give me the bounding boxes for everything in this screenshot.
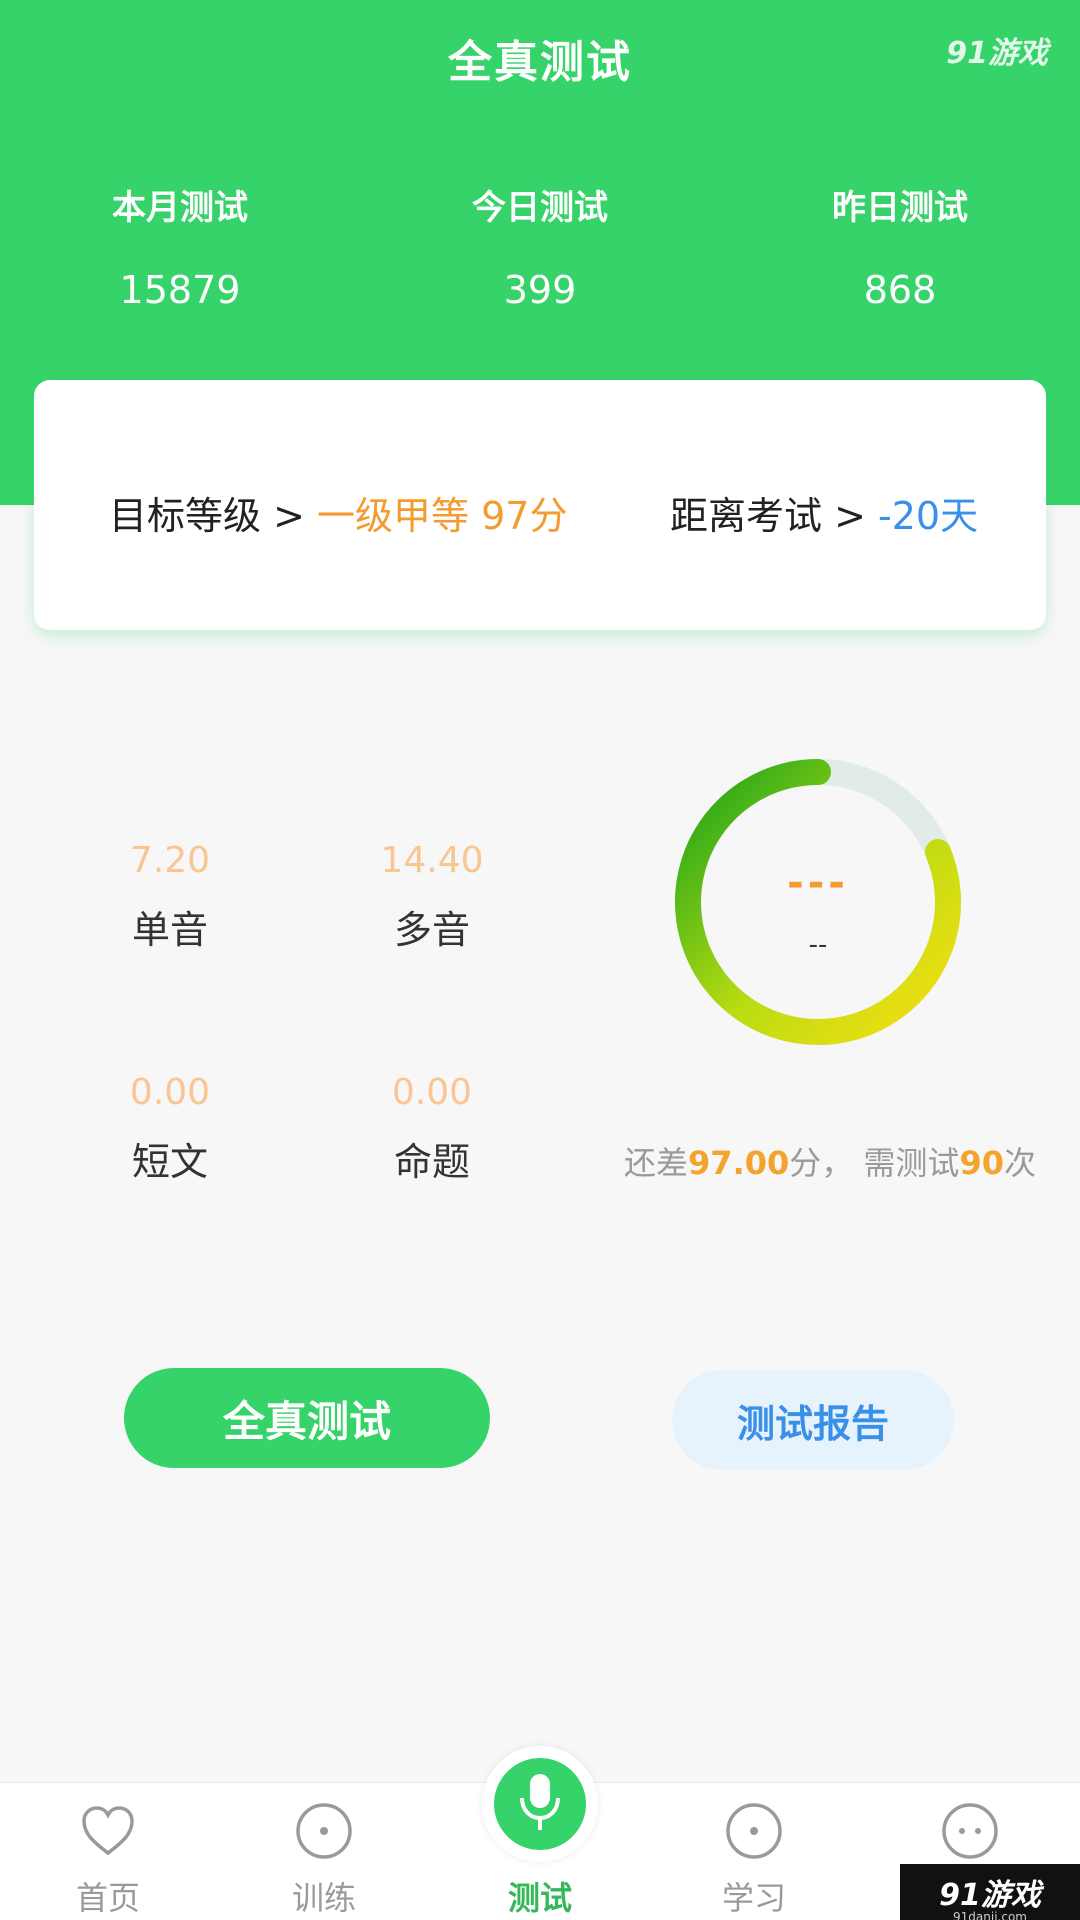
- tab-label: 训练: [291, 1879, 356, 1917]
- remain-suffix: 次: [1003, 1144, 1036, 1182]
- stat-value: 15879: [119, 268, 241, 312]
- goal-card: 目标等级 > 一级甲等 97分 距离考试 > -20天: [34, 380, 1046, 630]
- remain-prefix: 还差: [624, 1144, 689, 1182]
- page-title: 全真测试: [448, 37, 632, 88]
- stat-month: 本月测试 15879: [0, 180, 360, 312]
- score-single: 7.20 单音: [70, 840, 270, 954]
- remain-points: 97.00: [688, 1144, 790, 1182]
- target-level-link[interactable]: 目标等级 > 一级甲等 97分: [109, 485, 567, 540]
- stat-value: 399: [503, 268, 577, 312]
- score-name: 命题: [393, 1140, 470, 1184]
- remain-times: 90: [959, 1144, 1004, 1182]
- stat-label: 昨日测试: [832, 188, 968, 228]
- target-level-label: 目标等级: [109, 494, 262, 538]
- score-value: 7.20: [129, 840, 211, 881]
- target-level-value: 一级甲等 97分: [317, 494, 568, 538]
- score-value: 14.40: [380, 840, 484, 881]
- score-value: 0.00: [391, 1072, 473, 1113]
- score-name: 单音: [131, 908, 208, 952]
- stat-yesterday: 昨日测试 868: [720, 180, 1080, 312]
- mic-icon: [520, 1774, 560, 1830]
- tab-label: 测试: [507, 1879, 572, 1917]
- stat-value: 868: [863, 268, 937, 312]
- ring-sub-value: --: [808, 930, 828, 960]
- watermark-bottom: 91游戏 91danji.com: [900, 1864, 1080, 1920]
- remaining-info: 还差97.00分， 需测试90次: [620, 1138, 1040, 1184]
- watermark-site: 91danji.com: [953, 1910, 1027, 1920]
- stat-today: 今日测试 399: [360, 180, 720, 312]
- watermark-brand: 91游戏: [939, 1878, 1041, 1913]
- circle-dot-icon: [296, 1803, 352, 1859]
- heart-icon: [82, 1806, 134, 1856]
- arrow: >: [834, 494, 866, 538]
- score-multi: 14.40 多音: [332, 840, 532, 954]
- arrow: >: [273, 494, 305, 538]
- exam-days-value: -20天: [878, 494, 979, 538]
- stat-label: 今日测试: [472, 188, 608, 228]
- test-report-button[interactable]: 测试报告: [672, 1370, 954, 1470]
- tab-training[interactable]: 训练: [224, 1783, 424, 1920]
- mic-tab-button[interactable]: [482, 1746, 598, 1862]
- remain-mid: 分， 需测试: [789, 1144, 960, 1182]
- stat-label: 本月测试: [112, 188, 248, 228]
- watermark-logo: 91游戏: [946, 36, 1048, 71]
- tab-label: 学习: [721, 1879, 786, 1917]
- tab-home[interactable]: 首页: [8, 1783, 208, 1920]
- tab-label: 首页: [75, 1879, 140, 1917]
- score-name: 短文: [131, 1140, 208, 1184]
- score-value: 0.00: [129, 1072, 211, 1113]
- circle-dot-icon: [726, 1803, 782, 1859]
- tab-study[interactable]: 学习: [654, 1783, 854, 1920]
- ring-main-value: ---: [787, 860, 849, 906]
- face-icon: [942, 1803, 998, 1859]
- exam-countdown-link[interactable]: 距离考试 > -20天: [670, 485, 978, 540]
- exam-label: 距离考试: [670, 494, 823, 538]
- score-topic: 0.00 命题: [332, 1072, 532, 1186]
- score-name: 多音: [393, 908, 470, 952]
- score-passage: 0.00 短文: [70, 1072, 270, 1186]
- stats-row: 本月测试 15879 今日测试 399 昨日测试 868: [0, 180, 1080, 312]
- start-test-button[interactable]: 全真测试: [124, 1368, 490, 1468]
